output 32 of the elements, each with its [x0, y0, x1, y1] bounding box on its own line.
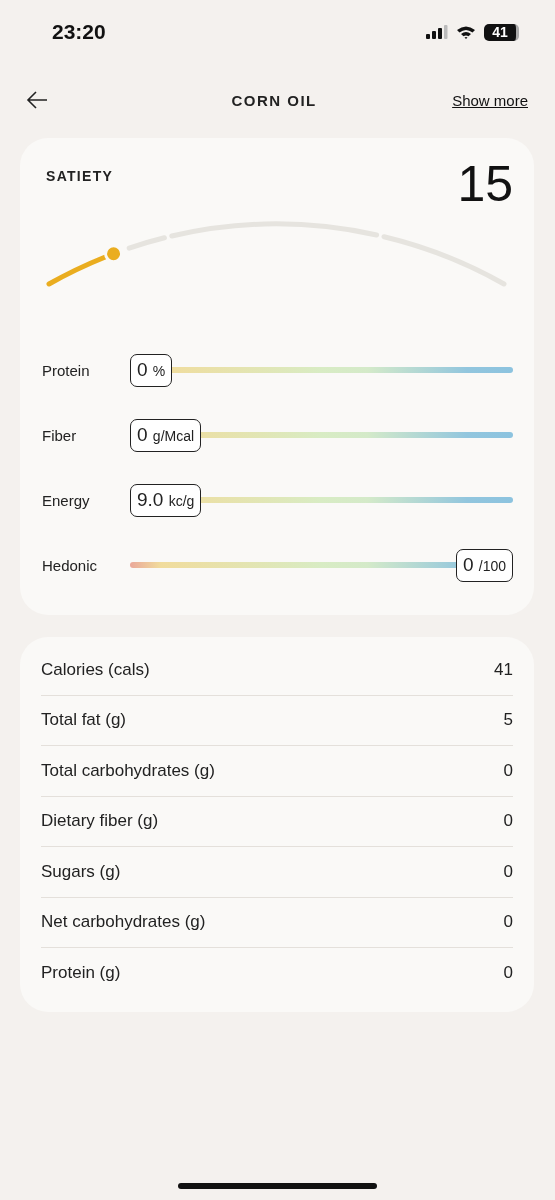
signal-icon [426, 25, 448, 39]
satiety-title: SATIETY [46, 168, 114, 184]
wifi-icon [456, 25, 476, 39]
value-badge: 9.0 kc/g [130, 483, 202, 517]
nutrient-label: Total carbohydrates (g) [41, 760, 215, 781]
nutrient-value: 0 [503, 811, 513, 832]
value-badge: 0 g/Mcal [130, 418, 202, 452]
nutrient-value: 5 [503, 710, 513, 731]
value-badge: 0 /100 [455, 548, 513, 582]
meter-label: Fiber [42, 426, 78, 444]
meter-label: Protein [42, 361, 91, 379]
nutrient-label: Total fat (g) [41, 710, 127, 731]
nutrient-label: Sugars (g) [41, 861, 121, 882]
meter-label: Hedonic [42, 556, 99, 574]
back-arrow-icon[interactable] [26, 90, 48, 110]
status-time: 23:20 [52, 20, 106, 44]
nutrient-value: 0 [503, 912, 513, 933]
value-badge: 0 % [130, 353, 173, 387]
meter-label: Energy [42, 491, 91, 509]
nutrient-label: Net carbohydrates (g) [41, 912, 206, 933]
nutrient-label: Dietary fiber (g) [41, 811, 159, 832]
nutrient-value: 0 [503, 962, 513, 983]
nutrient-label: Calories (cals) [41, 659, 150, 680]
show-more-link[interactable]: Show more [452, 91, 528, 109]
page-title: CORN OIL [231, 91, 317, 109]
nutrient-value: 41 [494, 659, 513, 680]
nutrient-value: 0 [503, 861, 513, 882]
nutrient-label: Protein (g) [41, 962, 121, 983]
battery-icon: 41 [484, 23, 519, 41]
nutrient-value: 0 [503, 760, 513, 781]
satiety-score: 15 [457, 156, 513, 212]
gauge-fill [46, 254, 108, 287]
